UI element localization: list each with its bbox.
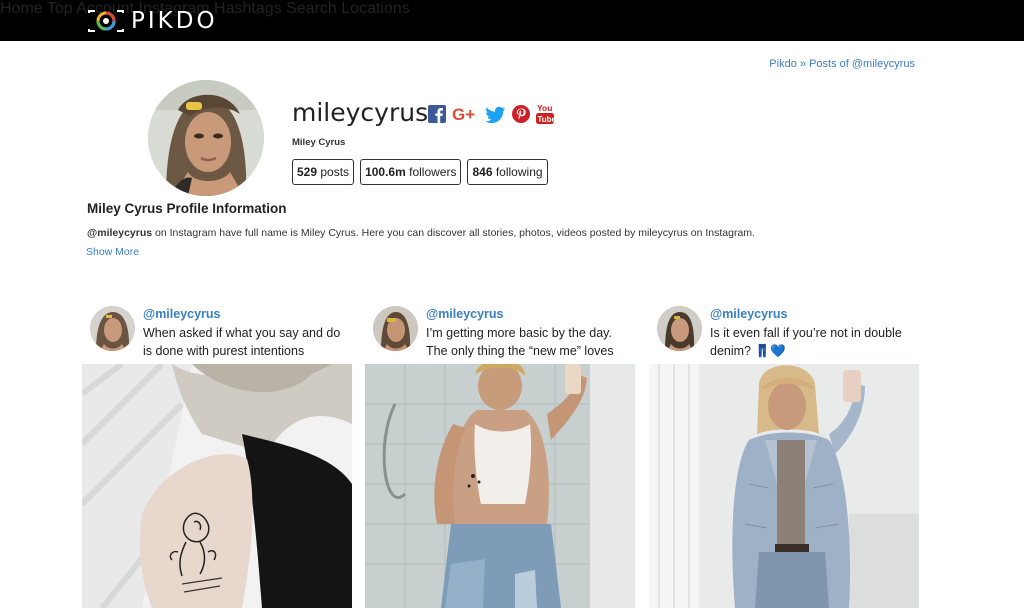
post-image[interactable] [649,364,919,608]
post-image[interactable] [82,364,352,608]
svg-text:Tube: Tube [538,115,555,124]
site-logo[interactable]: PIKDO [87,9,218,33]
top-navbar: PIKDO Home Top Account Instagram Hashtag… [0,0,1024,41]
following-stat: 846 following [467,159,548,185]
profile-username: mileycyrus [292,98,429,127]
breadcrumb-current-link[interactable]: Posts of @mileycyrus [809,58,915,70]
social-icons: G+ You Tube [428,103,557,130]
post-header: @mileycyrus Is it even fall if you’re no… [649,300,919,364]
svg-text:You: You [537,103,552,113]
youtube-icon[interactable]: You Tube [536,103,557,130]
post-card[interactable]: @mileycyrus I’m getting more basic by th… [365,300,635,608]
post-caption: When asked if what you say and do is don… [143,326,341,358]
show-more-link[interactable]: Show More [86,246,139,258]
post-caption: I’m getting more basic by the day. The o… [426,326,614,358]
post-card[interactable]: @mileycyrus When asked if what you say a… [82,300,352,608]
profile-info-text: @mileycyrus on Instagram have full name … [87,227,755,239]
post-card[interactable]: @mileycyrus Is it even fall if you’re no… [649,300,919,608]
post-image[interactable] [365,364,635,608]
posts-stat: 529 posts [292,159,355,185]
post-avatar[interactable] [373,306,418,351]
post-username[interactable]: @mileycyrus [426,307,504,321]
posts-count: 529 [297,165,318,179]
post-caption: Is it even fall if you’re not in double … [710,324,915,360]
google-plus-icon[interactable]: G+ [452,105,480,128]
logo-text: PIKDO [131,8,218,34]
post-caption-text: Is it even fall if you’re not in double … [710,326,902,358]
profile-info-title: Miley Cyrus Profile Information [87,201,287,216]
following-label: following [495,165,543,179]
nav-home[interactable]: Home [0,0,43,17]
breadcrumb: Pikdo » Posts of @mileycyrus [769,58,915,70]
profile-info-handle: @mileycyrus [87,227,153,239]
jeans-heart-emoji: 👖💙 [754,344,786,358]
posts-label: posts [320,165,350,179]
nav-locations[interactable]: Locations [341,0,410,17]
profile-info-body: on Instagram have full name is Miley Cyr… [152,227,755,239]
logo-camera-icon [87,9,125,33]
following-count: 846 [472,165,493,179]
profile-avatar [148,80,264,196]
nav-search[interactable]: Search [286,0,337,17]
post-avatar[interactable] [90,306,135,351]
followers-stat: 100.6m followers [360,159,462,185]
profile-stats: 529 posts 100.6m followers 846 following [292,159,548,185]
followers-label: followers [409,165,457,179]
pinterest-icon[interactable] [512,105,530,128]
post-username[interactable]: @mileycyrus [710,307,788,321]
post-username[interactable]: @mileycyrus [143,307,221,321]
post-header: @mileycyrus When asked if what you say a… [82,300,352,364]
profile-full-name: Miley Cyrus [292,137,346,148]
post-avatar[interactable] [657,306,702,351]
breadcrumb-separator: » [799,58,807,70]
facebook-icon[interactable] [428,105,446,128]
breadcrumb-home-link[interactable]: Pikdo [769,58,797,70]
followers-count: 100.6m [365,165,406,179]
twitter-icon[interactable] [485,105,506,128]
post-header: @mileycyrus I’m getting more basic by th… [365,300,635,364]
svg-text:G+: G+ [452,105,475,123]
